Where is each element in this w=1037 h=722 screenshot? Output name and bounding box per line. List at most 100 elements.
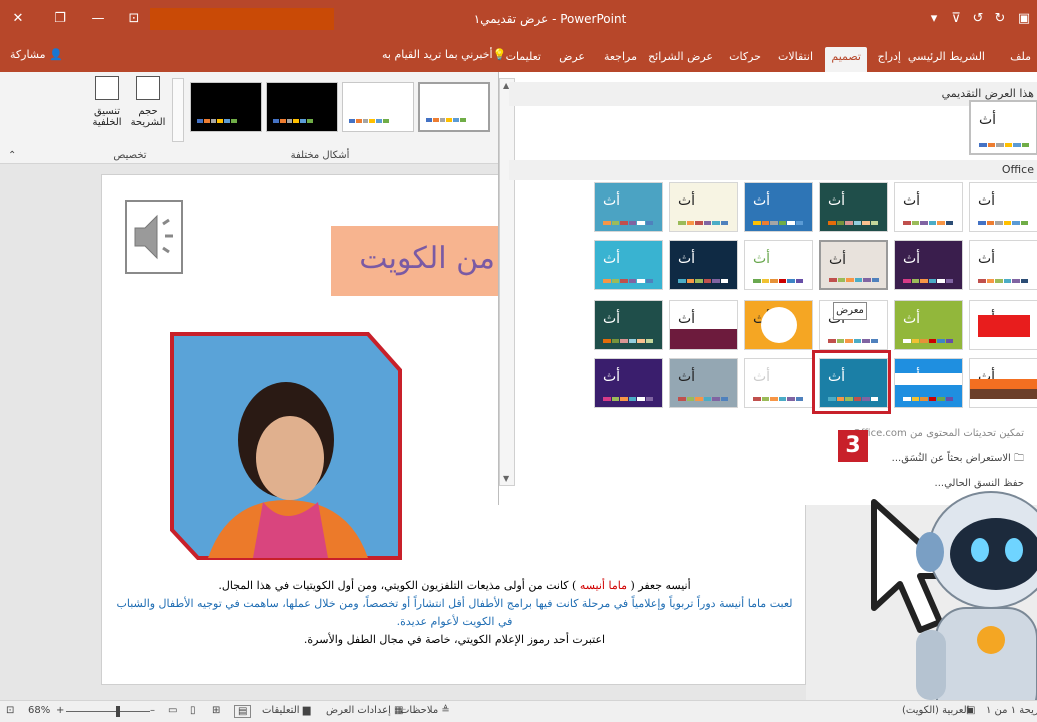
tab-animations[interactable]: حركات: [723, 47, 767, 72]
theme-tile-label: أث: [678, 369, 696, 385]
slide-show-view-icon[interactable]: ▭: [168, 705, 177, 716]
variants-scroll[interactable]: [172, 78, 184, 142]
redo-icon[interactable]: ↻: [988, 8, 1012, 30]
variant-thumb-dark-2[interactable]: [266, 82, 338, 132]
theme-tile-label: أث: [903, 311, 921, 327]
theme-tile[interactable]: أث: [819, 182, 888, 232]
display-settings-label: إعدادات العرض: [326, 705, 391, 716]
tab-transitions[interactable]: انتقالات: [772, 47, 819, 72]
tab-insert[interactable]: إدراج: [872, 47, 907, 72]
zoom-out-icon[interactable]: –: [150, 705, 155, 716]
theme-tile[interactable]: أث: [969, 358, 1037, 408]
theme-tile[interactable]: أث: [669, 358, 738, 408]
zoom-in-icon[interactable]: +: [56, 705, 64, 716]
theme-tile[interactable]: أث: [669, 300, 738, 350]
notes-button[interactable]: ملاحظات ≜: [400, 705, 450, 716]
tab-view[interactable]: عرض: [553, 47, 591, 72]
theme-tile[interactable]: أث: [594, 300, 663, 350]
theme-tile[interactable]: أث: [819, 240, 888, 290]
theme-tile-label: أث: [903, 193, 921, 209]
tab-slide-show[interactable]: عرض الشرائح: [642, 47, 719, 72]
folder-icon: 🗀: [1010, 453, 1024, 464]
theme-tile-label: أث: [828, 193, 846, 209]
theme-tile[interactable]: أث: [894, 300, 963, 350]
customize-qat-icon[interactable]: ▾: [922, 8, 946, 30]
theme-tile[interactable]: أث: [744, 182, 813, 232]
format-background-icon: [95, 76, 119, 100]
theme-tile-label: أث: [603, 369, 621, 385]
portrait-photo[interactable]: [168, 330, 404, 563]
current-theme-tile[interactable]: أث: [969, 100, 1037, 155]
theme-tile[interactable]: أث: [594, 240, 663, 290]
theme-tile[interactable]: أث: [669, 182, 738, 232]
slide-title[interactable]: من الكويت: [331, 226, 507, 296]
variant-thumb-light-2[interactable]: [418, 82, 490, 132]
zoom-slider-thumb[interactable]: [116, 706, 120, 717]
zoom-level[interactable]: 68%: [28, 705, 50, 716]
theme-tile-label: أث: [603, 311, 621, 327]
theme-tile[interactable]: أث: [969, 300, 1037, 350]
tab-help[interactable]: تعليمات: [500, 47, 547, 72]
theme-tile[interactable]: أث: [969, 240, 1037, 290]
restore-icon[interactable]: ❐: [48, 8, 72, 30]
display-settings-button[interactable]: إعدادات العرض ▦: [326, 705, 404, 716]
ribbon-display-options-icon[interactable]: ⊡: [122, 8, 146, 30]
slide-caption[interactable]: أنيسه جعفر ( ماما أنيسه ) كانت من أولى م…: [102, 577, 807, 649]
slide-sorter-view-icon[interactable]: ⊞: [212, 705, 220, 716]
normal-view-icon[interactable]: ▤: [234, 705, 252, 718]
title-bar: ✕ ❐ — ⊡ عرض تقديمي١ - PowerPoint ▾ ⊽ ↺ ↻…: [0, 0, 1037, 40]
theme-tile[interactable]: أث: [594, 358, 663, 408]
current-theme-label: أث: [979, 112, 997, 128]
themes-gallery-dropdown: ▲ ▼ هذا العرض التقديمي أث Office أث أث أ…: [498, 72, 1037, 505]
collapse-ribbon-icon[interactable]: ⌃: [8, 150, 16, 161]
undo-icon[interactable]: ↺: [966, 8, 990, 30]
save-icon[interactable]: ▣: [1012, 8, 1036, 30]
caption-line-1-before: أنيسه جعفر (: [626, 579, 691, 592]
tell-me-box[interactable]: 💡أخبرني بما تريد القيام به: [382, 48, 506, 61]
ribbon-tab-row: ملف الشريط الرئيسي إدراج تصميم انتقالات …: [0, 40, 1037, 72]
customize-group-label: تخصيص: [113, 150, 147, 161]
slide-size-icon: [136, 76, 160, 100]
theme-tile[interactable]: أث: [744, 240, 813, 290]
gallery-scrollbar[interactable]: ▲ ▼: [499, 78, 515, 486]
close-icon[interactable]: ✕: [6, 8, 30, 30]
scroll-down-icon[interactable]: ▼: [503, 474, 509, 483]
comments-button[interactable]: التعليقات ▆: [262, 705, 310, 716]
fit-slide-icon[interactable]: ⊡: [6, 705, 14, 716]
section-office: Office: [509, 160, 1037, 180]
variant-thumb-dark-1[interactable]: [190, 82, 262, 132]
theme-tile[interactable]: أث: [894, 358, 963, 408]
tab-review[interactable]: مراجعة: [598, 47, 643, 72]
tab-file[interactable]: ملف: [1004, 47, 1037, 72]
theme-tile[interactable]: أث: [744, 300, 813, 350]
tab-design[interactable]: تصميم: [825, 47, 867, 72]
robot-mascot-icon: [916, 491, 1037, 722]
notes-icon: ≜: [441, 705, 450, 716]
zoom-slider[interactable]: [66, 711, 150, 712]
theme-tile[interactable]: أث: [744, 358, 813, 408]
language-indicator[interactable]: العربية (الكويت): [902, 705, 969, 716]
enable-content-updates-item[interactable]: تمكين تحديثات المحتوى من Office.com: [853, 422, 1037, 447]
minimize-icon[interactable]: —: [86, 8, 110, 30]
theme-tile[interactable]: أث: [894, 240, 963, 290]
speaker-icon[interactable]: [125, 200, 183, 274]
portrait-image: [170, 332, 402, 560]
reading-view-icon[interactable]: ▯: [190, 705, 196, 716]
caption-line-1-after: ) كانت من أولى مذيعات التلفزيون الكويتي،…: [218, 579, 580, 592]
redacted-account-area: [150, 8, 334, 30]
tab-home[interactable]: الشريط الرئيسي: [902, 47, 991, 72]
theme-tile[interactable]: أث: [969, 182, 1037, 232]
theme-tile[interactable]: أث: [894, 182, 963, 232]
theme-tile[interactable]: أث: [594, 182, 663, 232]
share-button[interactable]: مشاركة 👤: [10, 48, 63, 61]
browse-themes-item[interactable]: 🗀 الاستعراض بحثاً عن النُسَق...: [857, 447, 1037, 472]
theme-tile-label: أث: [678, 311, 696, 327]
format-background-button[interactable]: تنسيق الخلفية: [86, 76, 128, 146]
theme-tile[interactable]: أث: [669, 240, 738, 290]
format-background-label: تنسيق الخلفية: [92, 106, 122, 128]
variant-thumb-light-1[interactable]: [342, 82, 414, 132]
lightbulb-icon: 💡: [492, 48, 507, 61]
slide-size-button[interactable]: حجم الشريحة: [128, 76, 168, 146]
spelling-icon[interactable]: ▣: [966, 705, 975, 716]
start-from-beginning-icon[interactable]: ⊽: [944, 8, 968, 30]
